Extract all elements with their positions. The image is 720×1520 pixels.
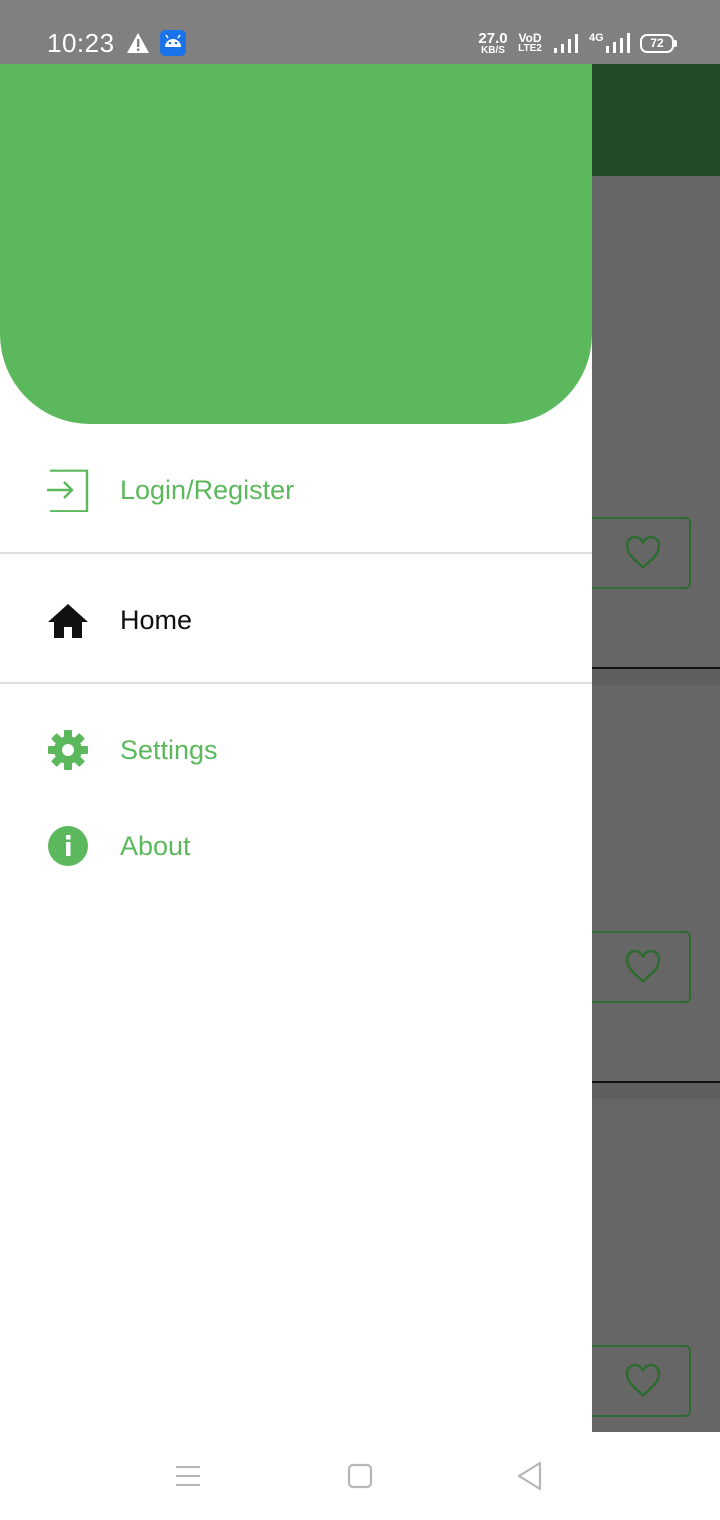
signal-icon (554, 34, 578, 53)
drawer-item-label: About (120, 831, 191, 861)
drawer-item-login-register[interactable]: Login/Register (0, 441, 592, 537)
battery-icon: 72 (640, 34, 677, 53)
navigation-drawer: Login/Register Home Settings About (0, 64, 592, 1432)
home-icon (48, 604, 88, 638)
system-navigation-bar (0, 1432, 720, 1520)
heart-icon (625, 1363, 661, 1397)
favorite-button[interactable] (578, 517, 691, 589)
gear-icon (48, 730, 88, 770)
network-speed-value: 27.0 (478, 30, 508, 47)
volte-indicator: VoD LTE2 (516, 32, 544, 54)
favorite-button[interactable] (578, 1345, 691, 1417)
drawer-item-label: Home (120, 605, 193, 635)
drawer-item-settings[interactable]: Settings (0, 701, 592, 797)
network-speed: 27.0 KB/S (476, 31, 510, 56)
background-app-scrim[interactable] (592, 64, 720, 1432)
home-icon[interactable] (343, 1459, 377, 1493)
card-separator (592, 667, 720, 685)
android-debug-icon (160, 30, 186, 56)
signal-4g-icon (606, 33, 630, 53)
network-speed-unit: KB/S (481, 45, 505, 56)
divider (0, 552, 592, 554)
info-icon (48, 826, 88, 866)
recents-icon[interactable] (171, 1459, 205, 1493)
drawer-item-home[interactable]: Home (0, 571, 592, 667)
login-icon (47, 469, 89, 512)
divider (0, 682, 592, 684)
heart-icon (625, 535, 661, 569)
status-bar: 10:23 27.0 KB/S VoD LTE2 4G 72 (0, 0, 720, 64)
back-icon[interactable] (513, 1459, 547, 1493)
background-app-toolbar (592, 64, 720, 176)
status-time: 10:23 (47, 28, 115, 58)
volte-bottom: LTE2 (518, 43, 542, 54)
heart-icon (625, 949, 661, 983)
drawer-item-about[interactable]: About (0, 797, 592, 893)
drawer-item-label: Login/Register (120, 475, 295, 505)
drawer-item-label: Settings (120, 735, 218, 765)
favorite-button[interactable] (578, 931, 691, 1003)
warning-icon (127, 33, 149, 53)
card-separator (592, 1081, 720, 1099)
drawer-header (0, 64, 592, 424)
